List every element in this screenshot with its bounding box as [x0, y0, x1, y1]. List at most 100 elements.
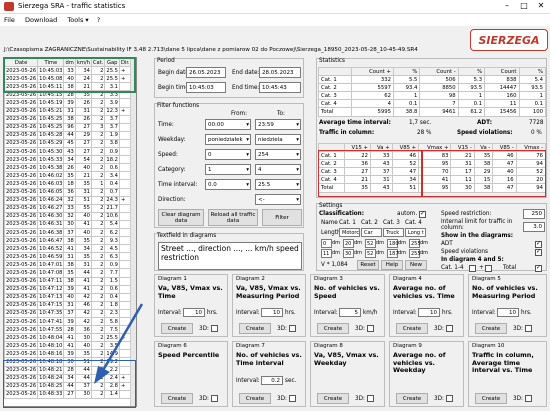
speed-restriction-field[interactable]: 250 [523, 209, 545, 219]
table-row[interactable]: 2023-05-26 10:45:30 43 27 2 0.9 [4, 147, 132, 157]
table-row[interactable]: 2023-05-26 10:46:52 41 34 2 4.5 [4, 244, 132, 254]
maximize-button[interactable]: □ [517, 1, 531, 10]
table-row[interactable]: 2023-05-26 10:45:19 39 26 2 3.9 [4, 98, 132, 108]
menu-tools[interactable]: Tools [67, 16, 83, 24]
category-length-name[interactable]: Truck [383, 228, 404, 237]
table-row[interactable]: 2023-05-26 10:46:24 32 51 2 24.3 + [4, 195, 132, 205]
direction-select[interactable]: <- ▾ [255, 194, 301, 205]
create-button[interactable]: Create [317, 323, 349, 334]
diag45-cat-checkbox[interactable] [469, 265, 476, 272]
create-button[interactable]: Create [317, 393, 349, 404]
three-d-checkbox[interactable] [367, 395, 374, 402]
diagram-text-input[interactable]: Street ..., direction ..., ... km/h spee… [158, 242, 302, 270]
minimize-button[interactable]: – [500, 1, 514, 10]
new-button[interactable]: New [405, 260, 427, 270]
end-time-field[interactable]: 10:45:43 [259, 82, 301, 93]
length-field[interactable]: 30 [343, 249, 354, 258]
create-button[interactable]: Create [475, 323, 507, 334]
end-date-field[interactable]: 28.05.2023 [259, 67, 301, 78]
category-from-select[interactable]: 1 ▾ [205, 164, 251, 175]
table-row[interactable]: 2023-05-26 10:45:21 31 31 2 12.3 + [4, 106, 132, 116]
create-button[interactable]: Create [239, 323, 271, 334]
three-d-checkbox[interactable] [211, 325, 218, 332]
table-row[interactable]: 2023-05-26 10:46:38 37 40 2 6.2 [4, 227, 132, 238]
category-length-name[interactable]: Car [361, 228, 382, 237]
interval-field[interactable]: 0.2 [261, 376, 283, 385]
interval-from-select[interactable]: 0.0 ▾ [205, 179, 251, 190]
create-button[interactable]: Create [239, 393, 271, 404]
three-d-checkbox[interactable] [446, 325, 453, 332]
length-field[interactable]: 20 [343, 239, 354, 248]
interval-field[interactable]: 10 [418, 308, 440, 317]
length-field[interactable]: 52 [365, 239, 376, 248]
create-button[interactable]: Create [396, 323, 428, 334]
table-row[interactable]: 2023-05-26 10:45:29 45 27 2 3.8 [4, 138, 132, 149]
three-d-checkbox[interactable] [289, 325, 296, 332]
length-field[interactable]: 180 [387, 239, 399, 248]
table-row[interactable]: 2023-05-26 10:47:01 38 31 2 0.9 [4, 260, 132, 270]
length-field[interactable]: 255 [409, 239, 421, 248]
speed-from-select[interactable]: 0 ▾ [205, 149, 251, 160]
reload-traffic-data-button[interactable]: Reload all traffic data [208, 209, 258, 226]
category-length-name[interactable]: Motorc [339, 228, 360, 237]
time-from-select[interactable]: 00:00 ▾ [205, 119, 251, 130]
table-row[interactable]: 2023-05-26 10:47:12 39 41 2 0.6 [4, 284, 132, 294]
table-row[interactable]: 2023-05-26 10:45:25 38 26 2 3.7 [4, 114, 132, 124]
filter-button[interactable]: Filter [262, 209, 302, 226]
menu-file[interactable]: File [4, 16, 15, 24]
table-row[interactable]: 2023-05-26 10:46:31 30 41 2 5.4 [4, 219, 132, 229]
table-row[interactable]: 2023-05-26 10:46:47 38 35 2 9.3 [4, 236, 132, 246]
table-row[interactable]: 2023-05-26 10:45:38 26 40 2 0.6 [4, 163, 132, 173]
length-field[interactable]: 0 [321, 239, 332, 248]
three-d-checkbox[interactable] [525, 325, 532, 332]
three-d-checkbox[interactable] [446, 395, 453, 402]
length-field[interactable]: 255 [409, 249, 421, 258]
length-field[interactable]: 11 [321, 249, 332, 258]
clear-diagram-data-button[interactable]: Clear diagram data [158, 209, 204, 226]
table-row[interactable]: 2023-05-26 10:46:03 18 35 1 0.4 [4, 179, 132, 189]
time-to-select[interactable]: 23:59 ▾ [255, 119, 301, 130]
autom-checkbox[interactable] [419, 210, 426, 218]
create-button[interactable]: Create [396, 393, 428, 404]
table-row[interactable]: 2023-05-26 10:47:08 35 44 2 7.7 [4, 268, 132, 278]
category-to-select[interactable]: 4 ▾ [255, 164, 301, 175]
table-row[interactable]: 2023-05-26 10:46:59 31 35 2 6.3 [4, 252, 132, 262]
interval-field[interactable]: 10 [183, 308, 205, 317]
sv-show-checkbox[interactable] [535, 248, 542, 256]
close-button[interactable]: ✕ [534, 1, 548, 10]
begin-date-field[interactable]: 26.05.2023 [186, 67, 226, 78]
help-button[interactable]: Help [381, 260, 403, 270]
adt-show-checkbox[interactable] [535, 240, 542, 248]
three-d-checkbox[interactable] [525, 395, 532, 402]
menu-download[interactable]: Download [25, 16, 57, 24]
weekday-from-select[interactable]: poniedziałek ▾ [205, 134, 251, 145]
interval-limit-field[interactable]: 3.0 [523, 222, 545, 232]
diag45-total-checkbox[interactable] [535, 264, 542, 272]
weekday-to-select[interactable]: niedziela ▾ [255, 134, 301, 145]
table-row[interactable]: 2023-05-26 10:46:30 32 40 2 10.6 [4, 211, 132, 221]
interval-field[interactable]: 5 [339, 308, 361, 317]
reset-button[interactable]: Reset [357, 260, 379, 270]
interval-field[interactable]: 10 [261, 308, 283, 317]
three-d-checkbox[interactable] [367, 325, 374, 332]
table-row[interactable]: 2023-05-26 10:46:27 33 55 2 21.7 [4, 203, 132, 213]
begin-time-field[interactable]: 10:45:03 [186, 82, 226, 93]
interval-to-select[interactable]: 25.5 ▾ [255, 179, 301, 190]
create-button[interactable]: Create [161, 323, 193, 334]
length-field[interactable]: 187 [387, 249, 399, 258]
table-row[interactable]: 2023-05-26 10:45:28 44 29 2 1.9 [4, 130, 132, 140]
create-button[interactable]: Create [475, 393, 507, 404]
table-row[interactable]: 2023-05-26 10:47:11 38 41 2 1.5 [4, 276, 132, 286]
interval-field[interactable]: 10 [497, 308, 519, 317]
table-row[interactable]: 2023-05-26 10:46:02 35 21 2 3.4 [4, 171, 132, 181]
diag45-plus-checkbox[interactable] [485, 265, 492, 272]
menu-help[interactable]: ? [97, 16, 100, 24]
create-button[interactable]: Create [161, 393, 193, 404]
three-d-checkbox[interactable] [289, 395, 296, 402]
table-row[interactable]: 2023-05-26 10:46:05 36 31 2 0.7 [4, 187, 132, 197]
category-length-name[interactable]: Long t [405, 228, 426, 237]
three-d-checkbox[interactable] [211, 395, 218, 402]
table-row[interactable]: 2023-05-26 10:45:25 96 27 3 3.7 [4, 122, 132, 132]
length-field[interactable]: 52 [365, 249, 376, 258]
table-row[interactable]: 2023-05-26 10:45:33 34 54 2 18.2 [4, 155, 132, 165]
